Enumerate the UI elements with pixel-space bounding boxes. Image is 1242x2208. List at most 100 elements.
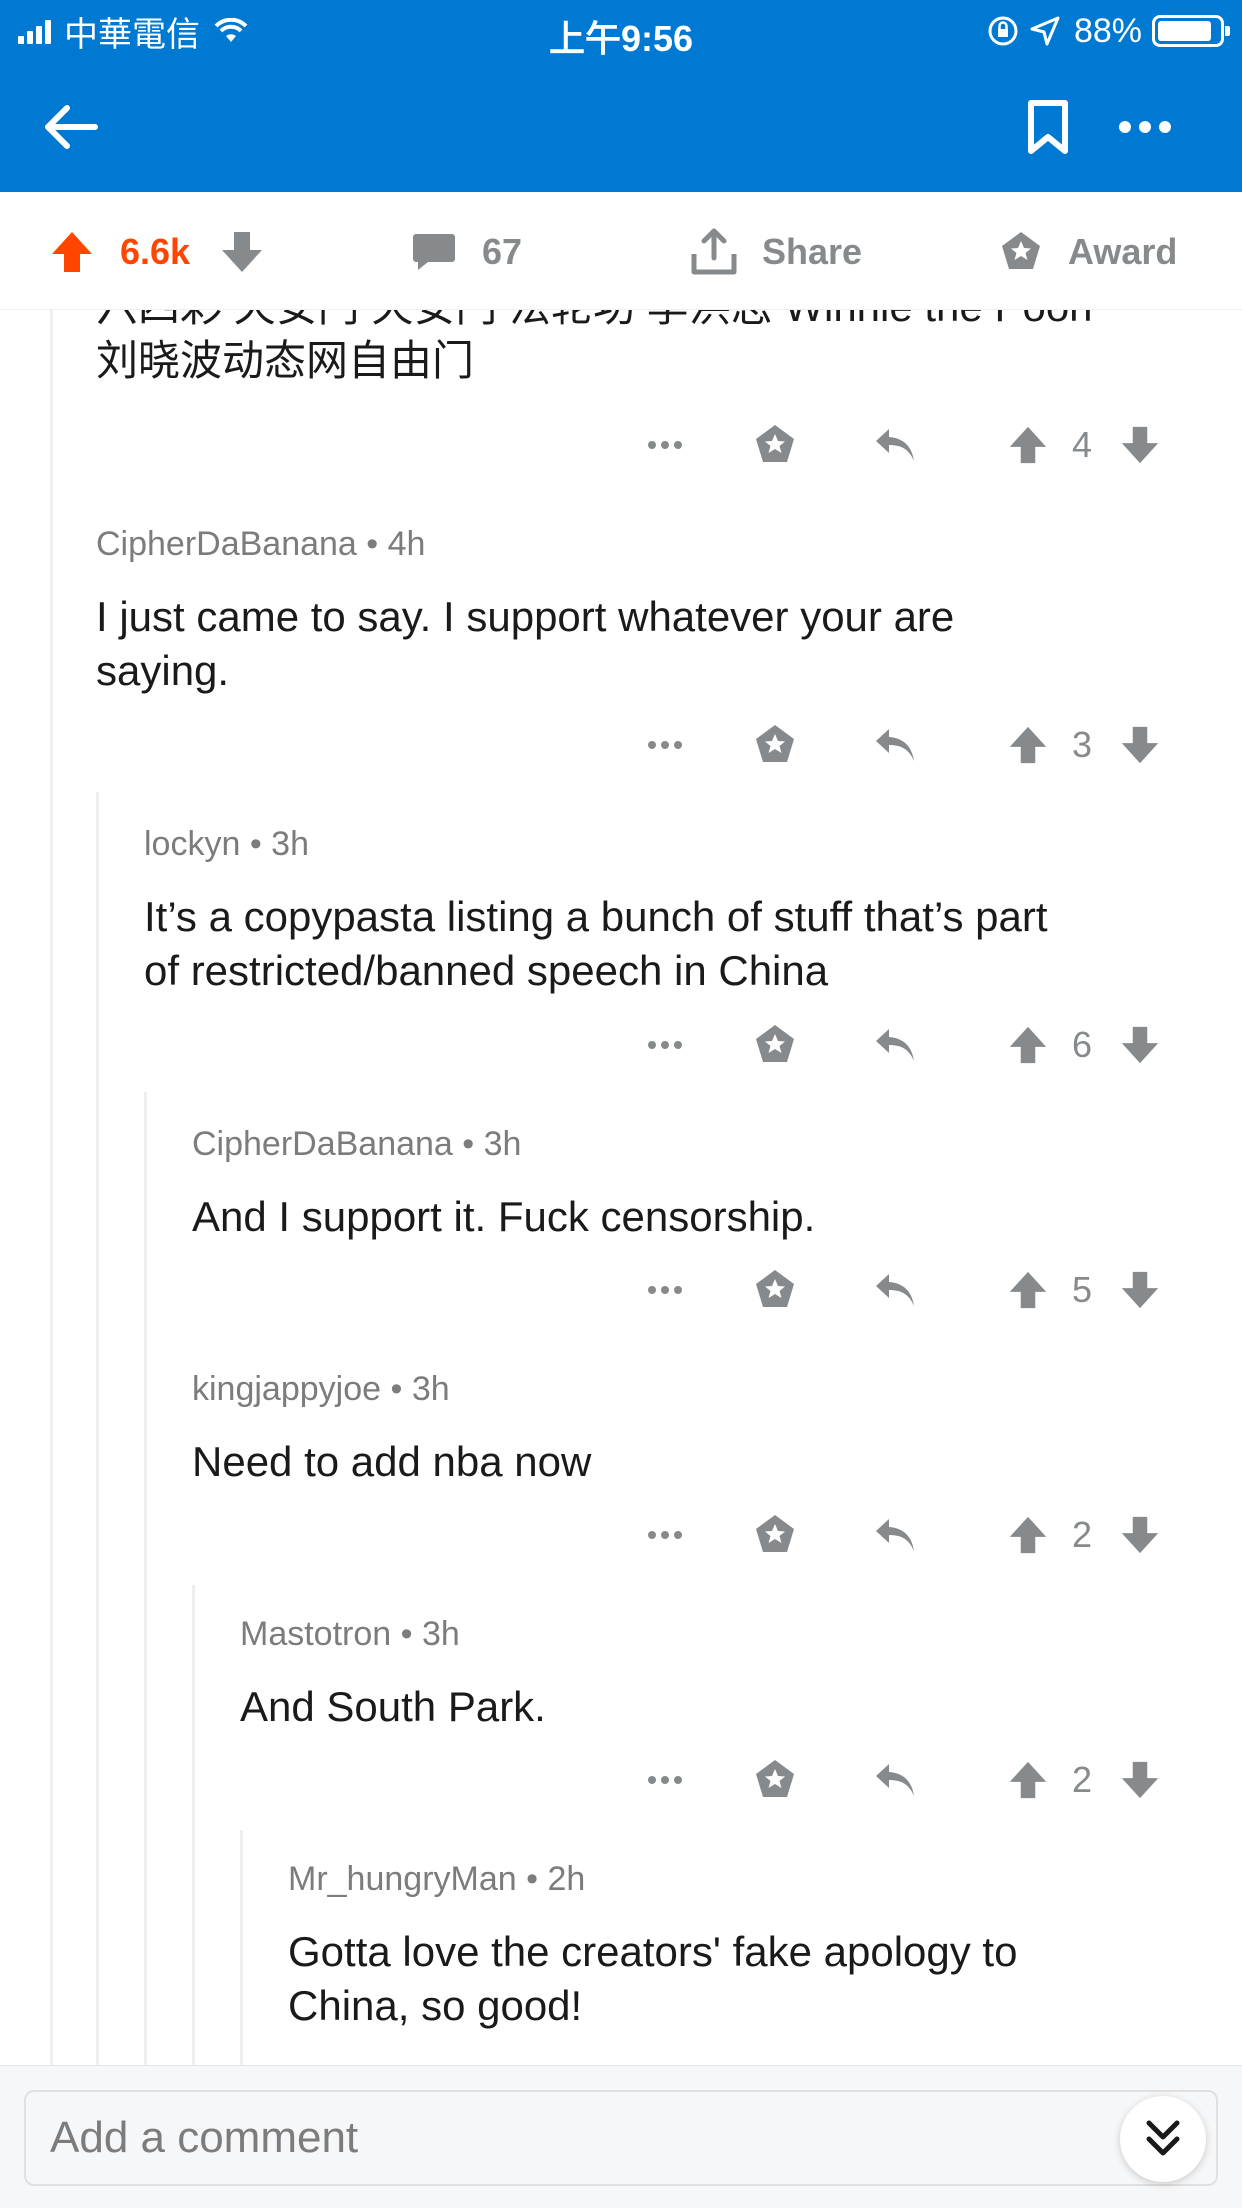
thread-line	[50, 310, 53, 2065]
comment-composer-bar: Add a comment	[0, 2065, 1242, 2208]
comment-downvote-button[interactable]	[1110, 715, 1170, 775]
reply-arrow-icon	[876, 729, 914, 761]
thread-line	[240, 1830, 243, 2065]
comment-upvote-button[interactable]	[998, 1015, 1058, 1075]
upvote-arrow-icon	[1009, 426, 1047, 464]
comment-body: 六四彩 天安门 天安门 法轮功 李洪志 Winnie the Pooh 刘晓波动…	[96, 310, 1093, 384]
comment-award-button[interactable]	[740, 715, 810, 775]
comment-count: 67	[482, 231, 523, 272]
award-icon	[756, 1025, 794, 1062]
upvote-arrow-icon	[1009, 1026, 1047, 1064]
comment-action-row: 2	[620, 1750, 1180, 1810]
comment-bubble-icon	[413, 234, 455, 270]
upvote-arrow-icon	[52, 232, 92, 272]
comment-award-button[interactable]	[740, 1505, 810, 1565]
award-icon	[756, 725, 794, 762]
comment-author[interactable]: Mr_hungryMan	[288, 1860, 517, 1898]
more-horizontal-icon	[648, 1531, 682, 1539]
post-downvote-button[interactable]	[220, 222, 264, 282]
comment-author[interactable]: CipherDaBanana	[192, 1125, 453, 1163]
comment-downvote-button[interactable]	[1110, 1505, 1170, 1565]
comment-reply-button[interactable]	[860, 1750, 930, 1810]
thread-line	[144, 1092, 147, 2065]
downvote-arrow-icon	[1121, 1761, 1159, 1799]
comment-more-button[interactable]	[630, 1260, 700, 1320]
comment-upvote-button[interactable]	[998, 1260, 1058, 1320]
comment-reply-button[interactable]	[860, 1505, 930, 1565]
comment-award-button[interactable]	[740, 1260, 810, 1320]
comment-reply-button[interactable]	[860, 415, 930, 475]
comment-more-button[interactable]	[630, 1015, 700, 1075]
comment-upvote-button[interactable]	[998, 415, 1058, 475]
reply-arrow-icon	[876, 1764, 914, 1796]
bookmark-button[interactable]	[1013, 92, 1083, 162]
comment-meta: kingjappyjoe • 3h	[192, 1370, 450, 1408]
comment-time: 2h	[547, 1860, 586, 1898]
reply-arrow-icon	[876, 1519, 914, 1551]
comment-action-row: 5	[620, 1260, 1180, 1320]
comment-vote-count: 4	[1071, 424, 1093, 465]
comment-reply-button[interactable]	[860, 1260, 930, 1320]
back-button[interactable]	[36, 92, 106, 162]
comment-time: 3h	[421, 1615, 460, 1653]
share-label: Share	[762, 231, 863, 272]
reply-arrow-icon	[876, 1274, 914, 1306]
more-options-button[interactable]	[1110, 92, 1180, 162]
comment-action-row: 4	[620, 415, 1180, 475]
share-button[interactable]: Share	[690, 222, 862, 282]
jump-to-next-button[interactable]	[1120, 2096, 1206, 2182]
battery-icon	[1152, 15, 1230, 47]
downvote-arrow-icon	[1121, 426, 1159, 464]
share-icon	[691, 228, 737, 275]
comment-author[interactable]: kingjappyjoe	[192, 1370, 381, 1408]
bookmark-icon	[1028, 100, 1068, 154]
comment-time: 3h	[411, 1370, 450, 1408]
comment-author[interactable]: Mastotron	[240, 1615, 391, 1653]
comment-meta: CipherDaBanana • 3h	[192, 1125, 522, 1163]
comment-action-row: 6	[620, 1015, 1180, 1075]
downvote-arrow-icon	[1121, 726, 1159, 764]
comment-action-row: 3	[620, 715, 1180, 775]
comment-time: 3h	[483, 1125, 522, 1163]
comment-reply-button[interactable]	[860, 1015, 930, 1075]
upvote-arrow-icon	[1009, 1516, 1047, 1554]
comment-downvote-button[interactable]	[1110, 1260, 1170, 1320]
reply-arrow-icon	[876, 1029, 914, 1061]
comment-more-button[interactable]	[630, 1750, 700, 1810]
thread-line	[96, 792, 99, 2065]
comment-upvote-button[interactable]	[998, 1505, 1058, 1565]
comment-author[interactable]: CipherDaBanana	[96, 525, 357, 563]
award-icon	[756, 1515, 794, 1552]
comment-reply-button[interactable]	[860, 715, 930, 775]
award-button[interactable]: Award	[998, 222, 1177, 282]
comment-downvote-button[interactable]	[1110, 415, 1170, 475]
comment-award-button[interactable]	[740, 415, 810, 475]
more-horizontal-icon	[648, 741, 682, 749]
comment-more-button[interactable]	[630, 1505, 700, 1565]
more-horizontal-icon	[648, 1286, 682, 1294]
award-label: Award	[1068, 231, 1178, 272]
award-icon	[756, 425, 794, 462]
comment-upvote-button[interactable]	[998, 715, 1058, 775]
location-arrow-icon	[1030, 16, 1060, 46]
comment-more-button[interactable]	[630, 415, 700, 475]
comment-meta: Mr_hungryMan • 2h	[288, 1860, 586, 1898]
post-upvote-button[interactable]	[50, 222, 94, 282]
comment-author[interactable]: lockyn	[144, 825, 240, 863]
comment-body: Gotta love the creators' fake apology to…	[288, 1928, 1018, 2029]
upvote-arrow-icon	[1009, 1271, 1047, 1309]
comment-vote-count: 6	[1071, 1024, 1093, 1065]
downvote-arrow-icon	[222, 232, 262, 272]
comment-downvote-button[interactable]	[1110, 1015, 1170, 1075]
comment-downvote-button[interactable]	[1110, 1750, 1170, 1810]
comment-award-button[interactable]	[740, 1750, 810, 1810]
double-chevron-down-icon	[1146, 2120, 1180, 2156]
post-comments-button[interactable]: 67	[412, 222, 522, 282]
arrow-left-icon	[45, 105, 98, 149]
comment-body: I just came to say. I support whatever y…	[96, 593, 955, 694]
add-comment-input[interactable]: Add a comment	[24, 2090, 1218, 2186]
post-action-bar: 6.6k 67 Share Award	[0, 192, 1242, 310]
comment-more-button[interactable]	[630, 715, 700, 775]
comment-award-button[interactable]	[740, 1015, 810, 1075]
comment-upvote-button[interactable]	[998, 1750, 1058, 1810]
